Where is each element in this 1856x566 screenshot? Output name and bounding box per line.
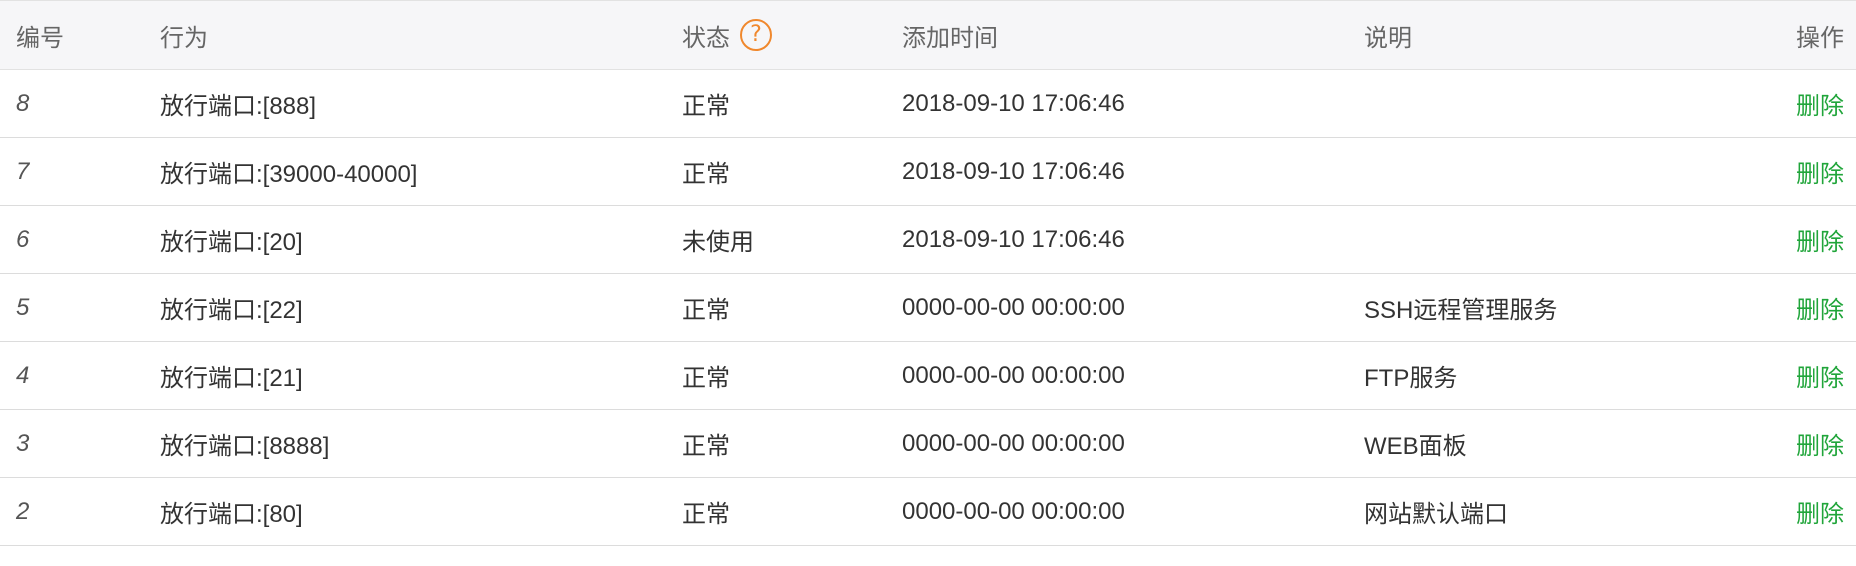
row-id: 6 — [16, 225, 30, 253]
header-desc: 说明 — [1364, 24, 1412, 52]
row-time: 2018-09-10 17:06:46 — [902, 89, 1125, 117]
row-id: 3 — [16, 429, 30, 457]
table-row: 2 放行端口:[80] 正常 0000-00-00 00:00:00 网站默认端… — [0, 478, 1856, 546]
table-body: 8 放行端口:[888] 正常 2018-09-10 17:06:46 删除 7… — [0, 70, 1856, 546]
row-desc — [1364, 138, 1754, 206]
row-status: 正常 — [682, 433, 730, 460]
row-status: 正常 — [682, 93, 730, 120]
row-desc: 网站默认端口 — [1364, 501, 1508, 528]
row-id: 7 — [16, 157, 30, 185]
header-status-label: 状态 — [682, 24, 730, 52]
row-status: 正常 — [682, 297, 730, 324]
row-id: 5 — [16, 293, 30, 321]
table-row: 8 放行端口:[888] 正常 2018-09-10 17:06:46 删除 — [0, 70, 1856, 138]
row-action: 放行端口:[20] — [160, 229, 303, 256]
row-action: 放行端口:[22] — [160, 297, 303, 324]
header-row: 编号 行为 状态 ? 添加时间 说明 操作 — [0, 0, 1856, 70]
row-time: 2018-09-10 17:06:46 — [902, 157, 1125, 185]
header-action: 行为 — [160, 24, 208, 52]
row-id: 2 — [16, 497, 30, 525]
firewall-rules-table-container: 编号 行为 状态 ? 添加时间 说明 操作 8 放行端口:[888] 正常 20… — [0, 0, 1856, 546]
row-time: 0000-00-00 00:00:00 — [902, 293, 1125, 321]
row-action: 放行端口:[80] — [160, 501, 303, 528]
row-action: 放行端口:[39000-40000] — [160, 161, 418, 188]
header-id: 编号 — [16, 24, 64, 52]
row-id: 8 — [16, 89, 30, 117]
delete-link[interactable]: 删除 — [1796, 297, 1844, 324]
table-header: 编号 行为 状态 ? 添加时间 说明 操作 — [0, 0, 1856, 70]
header-status: 状态 ? — [682, 1, 902, 70]
header-op: 操作 — [1796, 24, 1844, 52]
header-time: 添加时间 — [902, 24, 998, 52]
delete-link[interactable]: 删除 — [1796, 365, 1844, 392]
row-desc: WEB面板 — [1364, 433, 1467, 460]
row-status: 未使用 — [682, 229, 754, 256]
table-row: 5 放行端口:[22] 正常 0000-00-00 00:00:00 SSH远程… — [0, 274, 1856, 342]
table-row: 6 放行端口:[20] 未使用 2018-09-10 17:06:46 删除 — [0, 206, 1856, 274]
row-time: 0000-00-00 00:00:00 — [902, 429, 1125, 457]
row-desc — [1364, 70, 1754, 138]
row-desc: FTP服务 — [1364, 365, 1458, 392]
row-desc — [1364, 206, 1754, 274]
row-action: 放行端口:[8888] — [160, 433, 330, 460]
firewall-rules-table: 编号 行为 状态 ? 添加时间 说明 操作 8 放行端口:[888] 正常 20… — [0, 0, 1856, 546]
row-action: 放行端口:[888] — [160, 93, 317, 120]
table-row: 4 放行端口:[21] 正常 0000-00-00 00:00:00 FTP服务… — [0, 342, 1856, 410]
table-row: 7 放行端口:[39000-40000] 正常 2018-09-10 17:06… — [0, 138, 1856, 206]
table-row: 3 放行端口:[8888] 正常 0000-00-00 00:00:00 WEB… — [0, 410, 1856, 478]
row-desc: SSH远程管理服务 — [1364, 297, 1558, 324]
header-status-wrap: 状态 ? — [682, 18, 772, 53]
help-icon[interactable]: ? — [740, 19, 772, 51]
row-action: 放行端口:[21] — [160, 365, 303, 392]
row-time: 0000-00-00 00:00:00 — [902, 361, 1125, 389]
row-time: 0000-00-00 00:00:00 — [902, 497, 1125, 525]
delete-link[interactable]: 删除 — [1796, 161, 1844, 188]
row-status: 正常 — [682, 501, 730, 528]
delete-link[interactable]: 删除 — [1796, 501, 1844, 528]
delete-link[interactable]: 删除 — [1796, 433, 1844, 460]
row-time: 2018-09-10 17:06:46 — [902, 225, 1125, 253]
row-id: 4 — [16, 361, 30, 389]
delete-link[interactable]: 删除 — [1796, 93, 1844, 120]
row-status: 正常 — [682, 161, 730, 188]
delete-link[interactable]: 删除 — [1796, 229, 1844, 256]
row-status: 正常 — [682, 365, 730, 392]
